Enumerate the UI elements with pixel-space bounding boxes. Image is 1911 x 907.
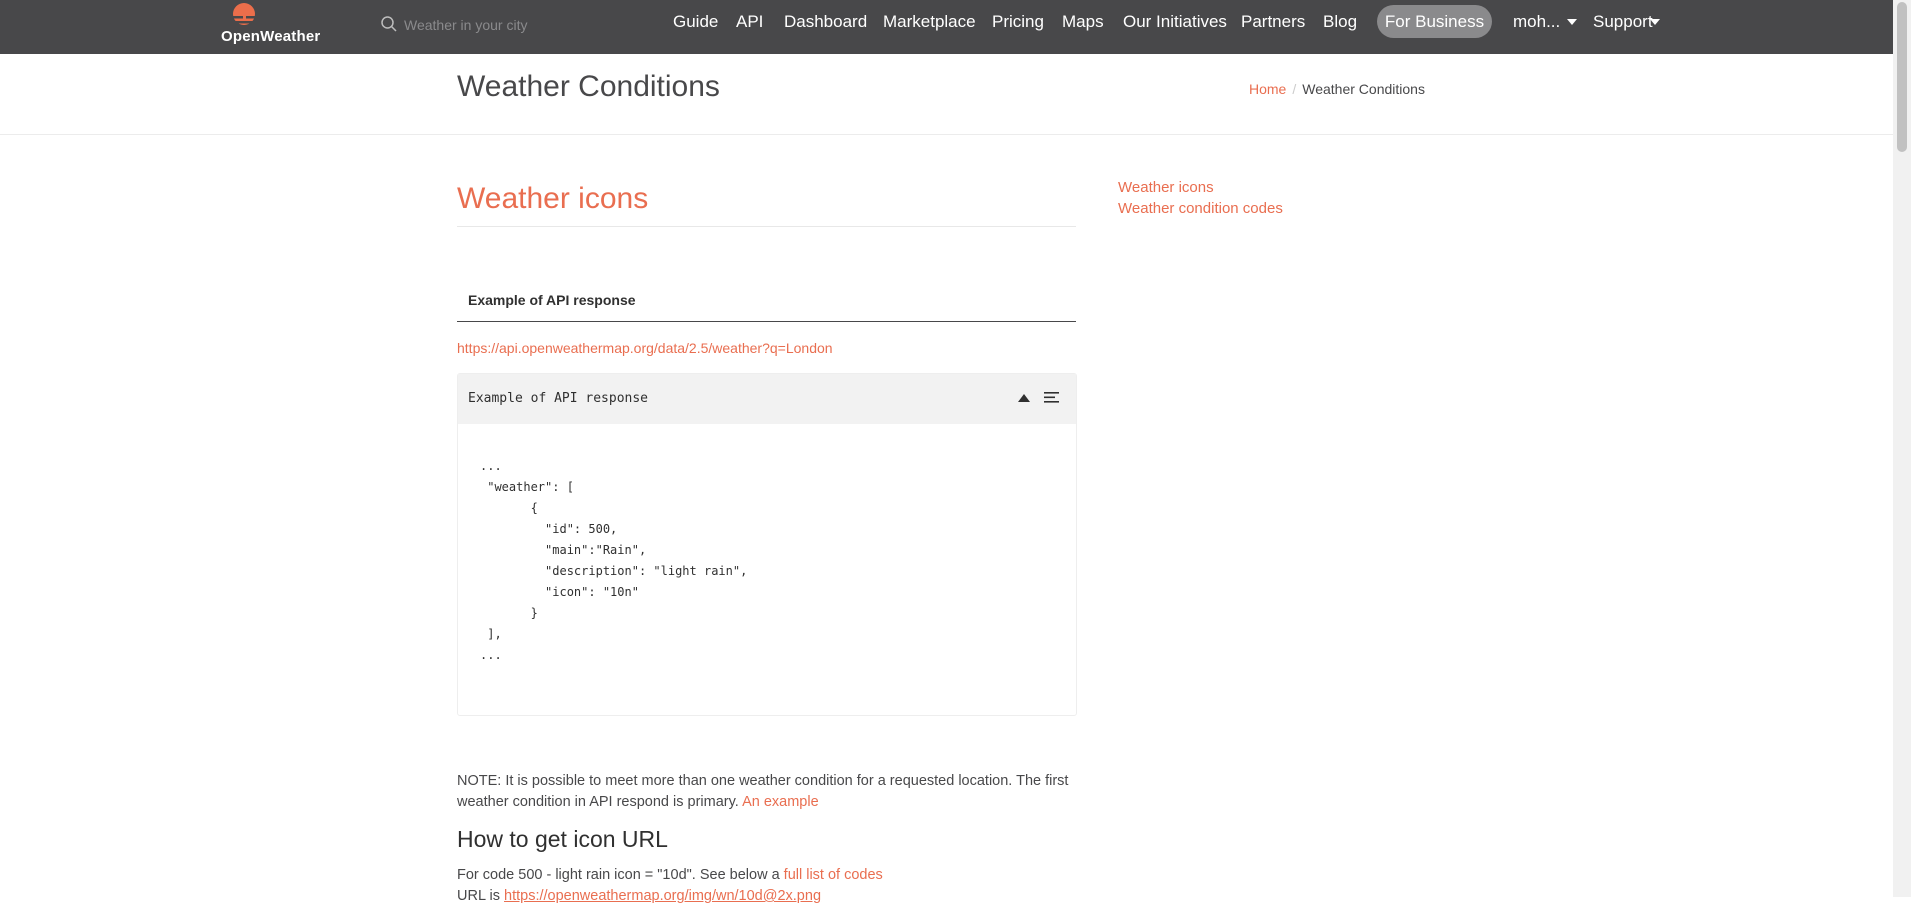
- code-block: Example of API response ... "weather": […: [457, 373, 1077, 716]
- icon-url-link[interactable]: https://openweathermap.org/img/wn/10d@2x…: [504, 888, 821, 904]
- toc-weather-condition-codes[interactable]: Weather condition codes: [1118, 198, 1283, 219]
- code-block-header: Example of API response: [458, 374, 1076, 424]
- tab-api-response[interactable]: Example of API response: [468, 292, 636, 308]
- icon-url-text: URL is: [457, 888, 500, 904]
- nav-guide[interactable]: Guide: [673, 12, 718, 32]
- openweather-logo[interactable]: OpenWeather: [221, 2, 321, 48]
- top-navbar: OpenWeather Guide API Dashboard Marketpl…: [0, 0, 1893, 54]
- breadcrumb-separator: /: [1292, 81, 1297, 97]
- nav-partners[interactable]: Partners: [1241, 12, 1305, 32]
- nav-marketplace[interactable]: Marketplace: [883, 12, 976, 32]
- collapse-triangle-icon[interactable]: [1016, 392, 1032, 406]
- nav-support[interactable]: Support: [1593, 12, 1653, 32]
- nav-api[interactable]: API: [736, 12, 763, 32]
- breadcrumb-home-link[interactable]: Home: [1249, 81, 1286, 97]
- an-example-link[interactable]: An example: [742, 794, 819, 810]
- page-title: Weather Conditions: [457, 70, 720, 103]
- nav-our-initiatives[interactable]: Our Initiatives: [1123, 12, 1227, 32]
- nav-pricing[interactable]: Pricing: [992, 12, 1044, 32]
- code-block-title: Example of API response: [468, 391, 649, 406]
- note-paragraph: NOTE: It is possible to meet more than o…: [457, 771, 1082, 813]
- api-example-link[interactable]: https://api.openweathermap.org/data/2.5/…: [457, 340, 833, 356]
- tab-underline: [457, 321, 1076, 322]
- for-business-button[interactable]: For Business: [1377, 5, 1492, 38]
- toc-weather-icons[interactable]: Weather icons: [1118, 177, 1283, 198]
- logo-text: OpenWeather: [221, 28, 321, 45]
- side-table-of-contents: Weather icons Weather condition codes: [1118, 177, 1283, 219]
- search-box[interactable]: [378, 12, 608, 38]
- text-wrap-icon[interactable]: [1043, 390, 1061, 406]
- scrollbar-thumb[interactable]: [1897, 2, 1907, 152]
- search-input[interactable]: [402, 12, 606, 38]
- section-title-weather-icons: Weather icons: [457, 182, 649, 215]
- vertical-scrollbar[interactable]: [1893, 0, 1911, 897]
- icon-code-text: For code 500 - light rain icon = "10d". …: [457, 867, 780, 883]
- full-list-of-codes-link[interactable]: full list of codes: [784, 867, 883, 883]
- user-menu[interactable]: moh...: [1513, 12, 1560, 32]
- sun-logo-icon: [231, 3, 259, 25]
- nav-blog[interactable]: Blog: [1323, 12, 1357, 32]
- support-chevron-down-icon[interactable]: [1650, 19, 1660, 25]
- breadcrumb-current: Weather Conditions: [1302, 81, 1425, 97]
- search-icon: [381, 16, 397, 32]
- nav-maps[interactable]: Maps: [1062, 12, 1104, 32]
- breadcrumb: Home / Weather Conditions: [1249, 81, 1425, 97]
- heading-get-icon-url: How to get icon URL: [457, 826, 668, 852]
- page-header: [0, 54, 1893, 135]
- user-menu-chevron-down-icon[interactable]: [1567, 19, 1577, 25]
- section-divider: [457, 226, 1076, 227]
- code-content: ... "weather": [ { "id": 500, "main":"Ra…: [480, 459, 748, 662]
- icon-code-paragraph: For code 500 - light rain icon = "10d". …: [457, 865, 883, 886]
- nav-dashboard[interactable]: Dashboard: [784, 12, 867, 32]
